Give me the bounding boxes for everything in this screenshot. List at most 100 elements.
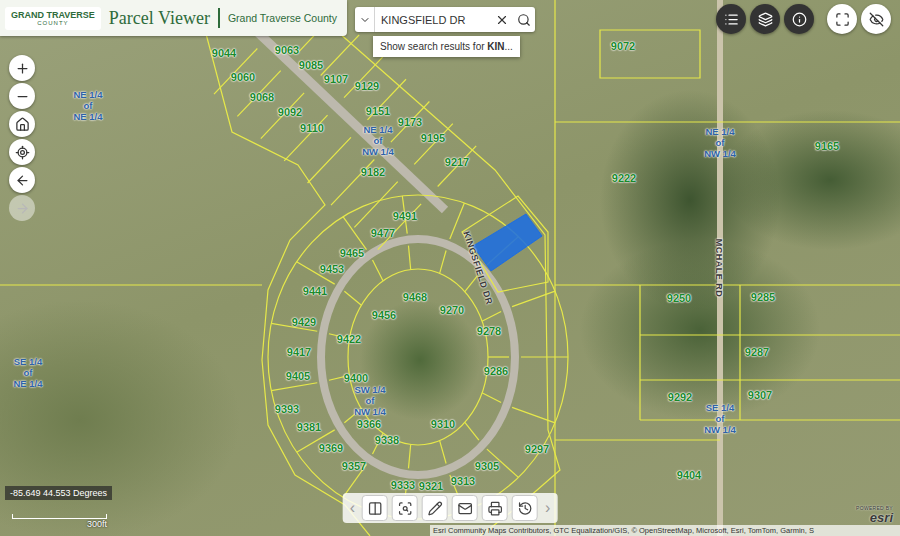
parcel-label[interactable]: 9286 xyxy=(484,365,508,377)
parcel-label[interactable]: 9468 xyxy=(403,291,427,303)
parcel-label[interactable]: 9044 xyxy=(212,47,236,59)
view-buttons xyxy=(827,4,891,34)
parcel-label[interactable]: 9310 xyxy=(431,418,455,430)
pencil-button[interactable] xyxy=(422,495,448,521)
locate-button[interactable] xyxy=(9,139,35,165)
parcel-line xyxy=(739,285,740,420)
parcel-label[interactable]: 9129 xyxy=(355,80,379,92)
map-attribution: Esri Community Maps Contributors, GTC Eq… xyxy=(430,525,900,536)
section-label-line: of xyxy=(84,100,93,111)
parcel-label[interactable]: 9400 xyxy=(344,372,368,384)
zoom-in-button[interactable] xyxy=(9,55,35,81)
scale-label: 300ft xyxy=(87,519,107,529)
section-label: NE 1/4ofNE 1/4 xyxy=(73,89,102,122)
parcel-label[interactable]: 9313 xyxy=(451,475,475,487)
scale-line xyxy=(12,514,107,519)
parcel-label[interactable]: 9278 xyxy=(477,325,501,337)
search-button[interactable] xyxy=(513,7,535,32)
parcel-label[interactable]: 9307 xyxy=(748,389,772,401)
parcel-label[interactable]: 9085 xyxy=(299,59,323,71)
selected-parcel[interactable] xyxy=(473,214,542,271)
parcel-label[interactable]: 9333 xyxy=(391,479,415,491)
parcel-label[interactable]: 9173 xyxy=(398,116,422,128)
fullscreen-button[interactable] xyxy=(827,4,857,34)
search-input[interactable]: KINGSFIELD DR xyxy=(375,14,491,26)
printer-button[interactable] xyxy=(482,495,508,521)
parcel-label[interactable]: 9393 xyxy=(275,403,299,415)
split-view-button[interactable] xyxy=(362,495,388,521)
search-field[interactable]: KINGSFIELD DR xyxy=(355,7,535,32)
parcel-label[interactable]: 9369 xyxy=(319,442,343,454)
parcel-label[interactable]: 9060 xyxy=(231,71,255,83)
parcel-label[interactable]: 9422 xyxy=(337,333,361,345)
section-label: SE 1/4ofNW 1/4 xyxy=(704,402,736,435)
parcel-label[interactable]: 9250 xyxy=(667,292,691,304)
parcel-label[interactable]: 9491 xyxy=(393,210,417,222)
parcel-label[interactable]: 9477 xyxy=(371,227,395,239)
esri-logo[interactable]: POWERED BYesri xyxy=(856,505,893,524)
esri-brand: esri xyxy=(870,511,893,524)
section-label-line: of xyxy=(716,413,725,424)
parcel-label[interactable]: 9404 xyxy=(677,469,701,481)
parcel-label[interactable]: 9417 xyxy=(287,346,311,358)
search-area-button[interactable] xyxy=(392,495,418,521)
clear-button[interactable] xyxy=(491,7,513,32)
parcel-line xyxy=(555,439,720,440)
search-source-button[interactable] xyxy=(355,7,375,32)
parcel-label[interactable]: 9063 xyxy=(275,44,299,56)
parcel-label[interactable]: 9357 xyxy=(342,460,366,472)
parcel-label[interactable]: 9270 xyxy=(440,304,464,316)
parcel-label[interactable]: 9151 xyxy=(366,105,390,117)
zoom-out-button[interactable] xyxy=(9,83,35,109)
lot-divider xyxy=(465,422,519,477)
section-label-line: NE 1/4 xyxy=(73,111,102,122)
parcel-label[interactable]: 9321 xyxy=(419,480,443,492)
parcel-label[interactable]: 9297 xyxy=(525,443,549,455)
parcel-label[interactable]: 9456 xyxy=(372,309,396,321)
history-button[interactable] xyxy=(512,495,538,521)
lot-divider xyxy=(482,291,555,321)
parcel-label[interactable]: 9068 xyxy=(250,91,274,103)
search-suggestion[interactable]: Show search results for KIN... xyxy=(373,36,520,57)
parcel-label[interactable]: 9072 xyxy=(611,40,635,52)
zoom-in-icon xyxy=(15,61,30,76)
chevron-down-icon xyxy=(359,14,371,26)
parcel-label[interactable]: 9195 xyxy=(421,132,445,144)
eye-off-button[interactable] xyxy=(861,4,891,34)
parcel-label[interactable]: 9465 xyxy=(340,247,364,259)
section-label-line: NW 1/4 xyxy=(362,146,394,157)
parcel-map[interactable] xyxy=(0,0,900,536)
parcel-label[interactable]: 9441 xyxy=(303,285,327,297)
parcel-label[interactable]: 9453 xyxy=(320,263,344,275)
parcel-label[interactable]: 9381 xyxy=(297,421,321,433)
county-logo[interactable]: GRAND TRAVERSECOUNTY xyxy=(5,7,101,30)
parcel-label[interactable]: 9182 xyxy=(361,166,385,178)
parcel-label[interactable]: 9338 xyxy=(375,434,399,446)
parcel-label[interactable]: 9405 xyxy=(286,370,310,382)
parcel-label[interactable]: 9165 xyxy=(815,140,839,152)
parcel-label[interactable]: 9287 xyxy=(745,346,769,358)
info-icon xyxy=(792,12,807,27)
home-button[interactable] xyxy=(9,111,35,137)
info-button[interactable] xyxy=(784,4,814,34)
parcel-label[interactable]: 9285 xyxy=(751,291,775,303)
back-arrow-button[interactable] xyxy=(9,167,35,193)
parcel-label[interactable]: 9092 xyxy=(278,106,302,118)
parcel-label[interactable]: 9222 xyxy=(612,172,636,184)
parcel-label[interactable]: 9107 xyxy=(324,73,348,85)
layers-button[interactable] xyxy=(750,4,780,34)
toolbar-prev[interactable]: ‹ xyxy=(347,499,358,517)
parcel-label[interactable]: 9292 xyxy=(668,391,692,403)
mail-button[interactable] xyxy=(452,495,478,521)
coordinates-display: -85.649 44.553 Degrees xyxy=(5,486,112,500)
parcel-label[interactable]: 9110 xyxy=(300,122,324,134)
parcel-label[interactable]: 9217 xyxy=(445,156,469,168)
suggestion-prefix: Show search results for xyxy=(380,41,487,52)
list-button[interactable] xyxy=(716,4,746,34)
parcel-label[interactable]: 9305 xyxy=(475,460,499,472)
section-label-line: NE 1/4 xyxy=(363,124,392,135)
parcel-label[interactable]: 9429 xyxy=(292,316,316,328)
toolbar-next[interactable]: › xyxy=(542,499,553,517)
parcel-label[interactable]: 9366 xyxy=(357,418,381,430)
lot-divider xyxy=(354,124,452,228)
